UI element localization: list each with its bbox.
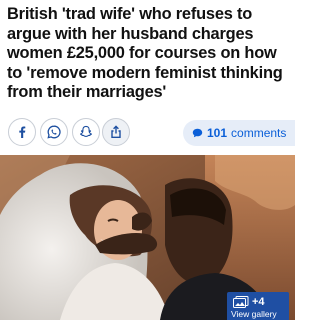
headline: British 'trad wife' who refuses to argue… [7,5,283,102]
whatsapp-share-button[interactable] [40,118,68,146]
comments-label: comments [231,126,287,140]
comments-count: 101 [207,126,228,140]
whatsapp-icon [47,125,61,139]
article-hero-image[interactable]: +4 View gallery [0,155,295,320]
facebook-icon [19,126,26,138]
gallery-label: View gallery [231,309,277,319]
share-button[interactable] [102,118,130,146]
view-gallery-button[interactable]: +4 View gallery [227,292,289,320]
comments-button[interactable]: 101 comments [183,120,295,146]
snapchat-share-button[interactable] [72,118,100,146]
facebook-share-button[interactable] [8,118,36,146]
share-bar: 101 comments [0,116,295,150]
snapchat-icon [80,125,92,137]
comment-bubble-icon [192,128,203,138]
share-icon [111,125,121,138]
gallery-icon [233,296,249,308]
gallery-count: +4 [252,296,265,308]
